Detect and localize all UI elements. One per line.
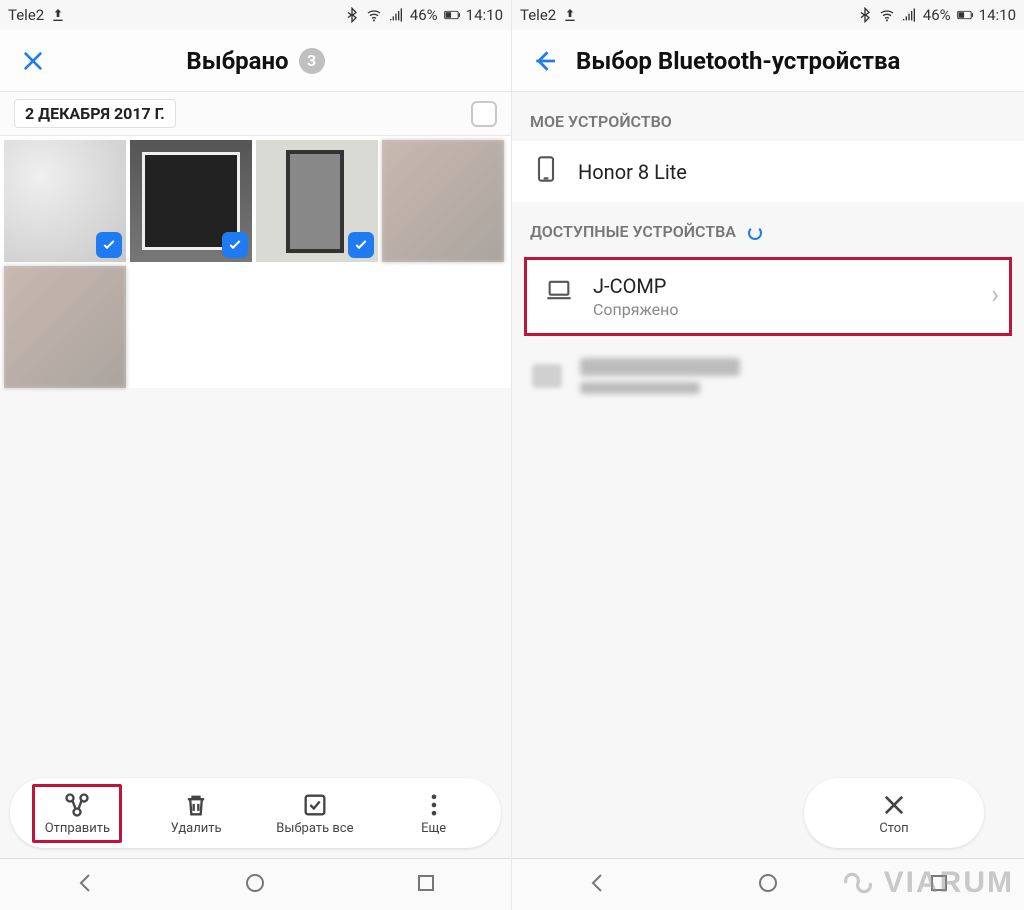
- battery-pct: 46%: [410, 6, 438, 24]
- device-icon-blurred: [532, 364, 562, 388]
- select-all-button[interactable]: Выбрать все: [270, 787, 360, 840]
- stop-label: Стоп: [879, 821, 908, 836]
- chevron-right-icon: ›: [991, 280, 999, 310]
- photo-thumb[interactable]: [382, 140, 504, 262]
- upload-icon: [50, 7, 66, 23]
- carrier-label: Tele2: [8, 6, 44, 24]
- header-bar: Выбрано 3: [0, 30, 511, 92]
- stop-button[interactable]: Стоп: [849, 787, 939, 840]
- my-device-row[interactable]: Honor 8 Lite: [512, 141, 1024, 202]
- clock: 14:10: [466, 6, 503, 24]
- more-button[interactable]: Еще: [389, 787, 479, 840]
- header-bar: Выбор Bluetooth-устройства: [512, 30, 1024, 92]
- battery-icon: [957, 7, 973, 23]
- photo-thumb[interactable]: [130, 140, 252, 262]
- send-button[interactable]: Отправить: [32, 784, 122, 843]
- nav-home-button[interactable]: [213, 861, 297, 909]
- delete-button[interactable]: Удалить: [151, 787, 241, 840]
- my-device-name: Honor 8 Lite: [578, 160, 687, 184]
- check-icon: [348, 232, 374, 258]
- wifi-icon: [879, 7, 895, 23]
- select-section-checkbox[interactable]: [471, 101, 497, 127]
- phone-icon: [532, 155, 560, 188]
- watermark-text: VIARUM: [884, 866, 1014, 900]
- thumbnails-grid: [0, 136, 511, 388]
- device-status-blurred: [580, 382, 700, 394]
- bluetooth-icon: [344, 7, 360, 23]
- photo-thumb[interactable]: [4, 140, 126, 262]
- section-available-label: ДОСТУПНЫЕ УСТРОЙСТВА: [530, 222, 736, 241]
- photo-thumb[interactable]: [4, 266, 126, 388]
- status-bar: Tele2 46% 14:10: [0, 0, 511, 30]
- laptop-icon: [545, 276, 573, 309]
- watermark: VIARUM: [838, 866, 1014, 900]
- nav-home-button[interactable]: [726, 861, 810, 909]
- battery-pct: 46%: [923, 6, 951, 24]
- signal-icon: [388, 7, 404, 23]
- nav-back-button[interactable]: [43, 861, 127, 909]
- check-icon: [96, 232, 122, 258]
- delete-label: Удалить: [171, 821, 222, 836]
- carrier-label: Tele2: [520, 6, 556, 24]
- clock: 14:10: [979, 6, 1016, 24]
- date-section-row[interactable]: 2 ДЕКАБРЯ 2017 Г.: [0, 92, 511, 136]
- close-button[interactable]: [16, 44, 50, 78]
- screen-gallery-selection: Tele2 46% 14:10 Выбрано 3 2 ДЕ: [0, 0, 512, 910]
- battery-icon: [444, 7, 460, 23]
- section-available: ДОСТУПНЫЕ УСТРОЙСТВА: [512, 202, 1024, 251]
- device-row-blurred[interactable]: [512, 342, 1024, 410]
- check-icon: [222, 232, 248, 258]
- bottom-action-bar: Стоп: [804, 778, 984, 848]
- selection-count-badge: 3: [299, 48, 325, 74]
- device-name: J-COMP: [593, 274, 666, 298]
- more-label: Еще: [421, 821, 446, 836]
- device-status: Сопряжено: [593, 300, 678, 319]
- section-my-device: МОЕ УСТРОЙСТВО: [512, 92, 1024, 141]
- scanning-spinner-icon: [748, 226, 762, 240]
- nav-bar: [0, 858, 511, 910]
- signal-icon: [901, 7, 917, 23]
- send-label: Отправить: [45, 821, 110, 836]
- infinity-icon: [838, 868, 878, 898]
- photo-thumb[interactable]: [256, 140, 378, 262]
- header-title: Выбрано: [186, 47, 288, 75]
- header-title: Выбор Bluetooth-устройства: [576, 47, 900, 75]
- upload-icon: [562, 7, 578, 23]
- highlighted-device: J-COMP Сопряжено ›: [524, 257, 1012, 336]
- back-button[interactable]: [528, 44, 562, 78]
- bottom-action-bar: Отправить Удалить Выбрать все Еще: [10, 778, 501, 848]
- bluetooth-icon: [857, 7, 873, 23]
- device-name-blurred: [580, 358, 740, 376]
- select-all-label: Выбрать все: [276, 821, 353, 836]
- nav-back-button[interactable]: [555, 861, 639, 909]
- wifi-icon: [366, 7, 382, 23]
- date-label: 2 ДЕКАБРЯ 2017 Г.: [14, 99, 176, 128]
- screen-bluetooth-picker: Tele2 46% 14:10 Выбор Bluetooth-устройст…: [512, 0, 1024, 910]
- device-row-jcomp[interactable]: J-COMP Сопряжено ›: [527, 260, 1009, 333]
- status-bar: Tele2 46% 14:10: [512, 0, 1024, 30]
- nav-recent-button[interactable]: [384, 861, 468, 909]
